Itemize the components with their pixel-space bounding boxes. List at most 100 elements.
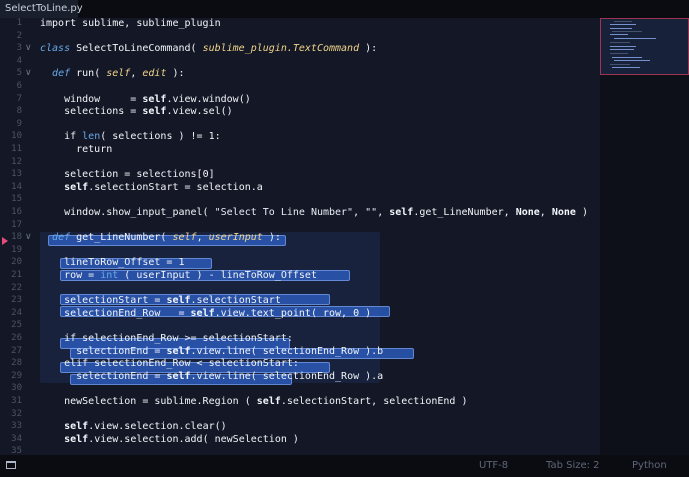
line-number: 6 xyxy=(16,81,22,91)
minimap-line xyxy=(610,53,628,54)
code-token: self xyxy=(256,396,281,407)
tab-size-label[interactable]: Tab Size: 2 xyxy=(546,460,600,471)
minimap-line xyxy=(610,46,636,47)
code-token: self xyxy=(64,433,89,445)
line-number: 30 xyxy=(11,383,22,394)
code-token: self xyxy=(142,93,167,105)
line-number: 16 xyxy=(11,207,22,217)
code-token: selectionEnd = xyxy=(40,345,167,357)
code-token: sublime_plugin.TextCommand xyxy=(202,43,360,55)
code-token: self xyxy=(64,421,89,433)
code-token: "" xyxy=(365,207,378,218)
minimap-line xyxy=(612,67,640,68)
code-token: self xyxy=(166,345,191,357)
code-token: SelectToLineCommand( xyxy=(76,43,203,55)
code-token: self xyxy=(166,295,191,307)
line-number: 3 xyxy=(16,43,22,54)
encoding-label[interactable]: UTF-8 xyxy=(479,460,508,471)
code-token: run( xyxy=(76,68,107,80)
code-token: , xyxy=(353,207,366,218)
language-label[interactable]: Python xyxy=(632,460,667,471)
tab-selecttoline[interactable]: SelectToLine.py xyxy=(0,0,83,19)
code-line: import sublime, sublime_plugin xyxy=(40,18,221,30)
minimap-line xyxy=(610,24,636,25)
code-token: .view.selection.clear() xyxy=(88,421,227,433)
code-token: if selectionEnd_Row >= selectionStart: xyxy=(40,333,293,344)
line-number: 5 xyxy=(16,68,22,79)
minimap-line xyxy=(610,49,634,50)
code-token: self xyxy=(142,106,167,118)
code-token: elif selectionEnd_Row < selectionStart: xyxy=(40,358,299,370)
code-line: self.view.selection.add( newSelection ) xyxy=(40,434,299,446)
code-token: selection = selections[ xyxy=(40,169,203,181)
code-token: self xyxy=(166,370,191,382)
code-line: selectionEnd = self.view.line( selection… xyxy=(40,371,383,383)
code-token: selections = xyxy=(40,106,143,118)
code-token: 1 xyxy=(178,257,185,269)
code-token: lineToRow_Offset = xyxy=(40,257,179,269)
tab-label: SelectToLine.py xyxy=(5,3,83,14)
minimap-line xyxy=(614,60,650,61)
code-line: class SelectToLineCommand( sublime_plugi… xyxy=(40,43,377,55)
status-bar: UTF-8 Tab Size: 2 Python xyxy=(0,455,689,477)
code-token: window = xyxy=(40,93,143,105)
line-number: 34 xyxy=(11,433,22,444)
minimap-line xyxy=(614,21,632,22)
line-number: 21 xyxy=(11,270,22,280)
code-token: return xyxy=(40,144,113,155)
code-line: if len( selections ) != 1: xyxy=(40,131,221,143)
code-token: .selectionStart, selectionEnd ) xyxy=(280,396,468,407)
code-token: self xyxy=(106,68,131,80)
code-token: .view.text_point( row, xyxy=(214,307,354,319)
code-token: .selectionStart = selection.a xyxy=(88,181,263,193)
code-token: None xyxy=(515,207,540,218)
minimap-line xyxy=(610,28,632,29)
code-editor[interactable]: import sublime, sublime_pluginclass Sele… xyxy=(40,18,600,455)
line-number: 23 xyxy=(11,295,22,306)
code-line: selectionStart = self.selectionStart xyxy=(40,295,281,307)
code-line: selectionEnd = self.view.line( selection… xyxy=(40,346,383,358)
gutter: 1 2 3 ∨ 4 5 ∨ 6 7 8 9 10 11 12 13 14 15 16 17 18 ∨ 19 20 21 22 23… xyxy=(0,18,40,469)
line-number: 1 xyxy=(16,18,22,28)
panel-toggle-icon[interactable] xyxy=(6,461,16,469)
tab-bar: SelectToLine.py xyxy=(0,0,689,19)
code-line: self.view.selection.clear() xyxy=(40,421,227,433)
code-token: .view.sel() xyxy=(166,106,233,118)
fold-arrow-icon[interactable]: ∨ xyxy=(25,43,32,53)
code-line: elif selectionEnd_Row < selectionStart: xyxy=(40,358,299,370)
fold-arrow-icon[interactable]: ∨ xyxy=(25,232,32,242)
code-token: : xyxy=(214,131,221,143)
line-number: 8 xyxy=(16,106,22,117)
code-token: .selectionStart xyxy=(190,295,281,307)
code-token: ) xyxy=(359,307,372,319)
line-number: 14 xyxy=(11,181,22,192)
code-line: window.show_input_panel( "Select To Line… xyxy=(40,207,588,219)
code-token: self xyxy=(64,181,89,193)
code-token: , xyxy=(130,68,143,80)
code-line: lineToRow_Offset = 1 xyxy=(40,257,185,269)
code-token: import sublime, sublime_plugin xyxy=(40,18,221,29)
code-token: selectionEnd_Row = xyxy=(40,307,191,319)
line-number: 29 xyxy=(11,370,22,381)
minimap[interactable] xyxy=(600,18,689,455)
line-number: 25 xyxy=(11,320,22,331)
code-token: ( selections ) != xyxy=(100,131,209,143)
code-line: selectionEnd_Row = self.view.text_point(… xyxy=(40,308,371,320)
line-number: 27 xyxy=(11,345,22,356)
code-token: .get_LineNumber, xyxy=(413,207,516,218)
code-token: ) xyxy=(575,207,588,218)
line-number: 15 xyxy=(11,194,22,205)
minimap-line xyxy=(610,42,630,43)
line-number: 22 xyxy=(11,282,22,293)
code-token: None xyxy=(551,207,576,218)
code-line: newSelection = sublime.Region ( self.sel… xyxy=(40,396,467,408)
code-line: def get_LineNumber( self, userInput ): xyxy=(40,232,281,244)
code-token: newSelection = sublime.Region ( xyxy=(40,396,257,407)
code-line: selection = selections[0] xyxy=(40,169,215,181)
code-token: ( userInput ) - lineToRow_Offset xyxy=(118,270,317,281)
fold-arrow-icon[interactable]: ∨ xyxy=(25,68,32,78)
code-line: return xyxy=(40,144,112,156)
